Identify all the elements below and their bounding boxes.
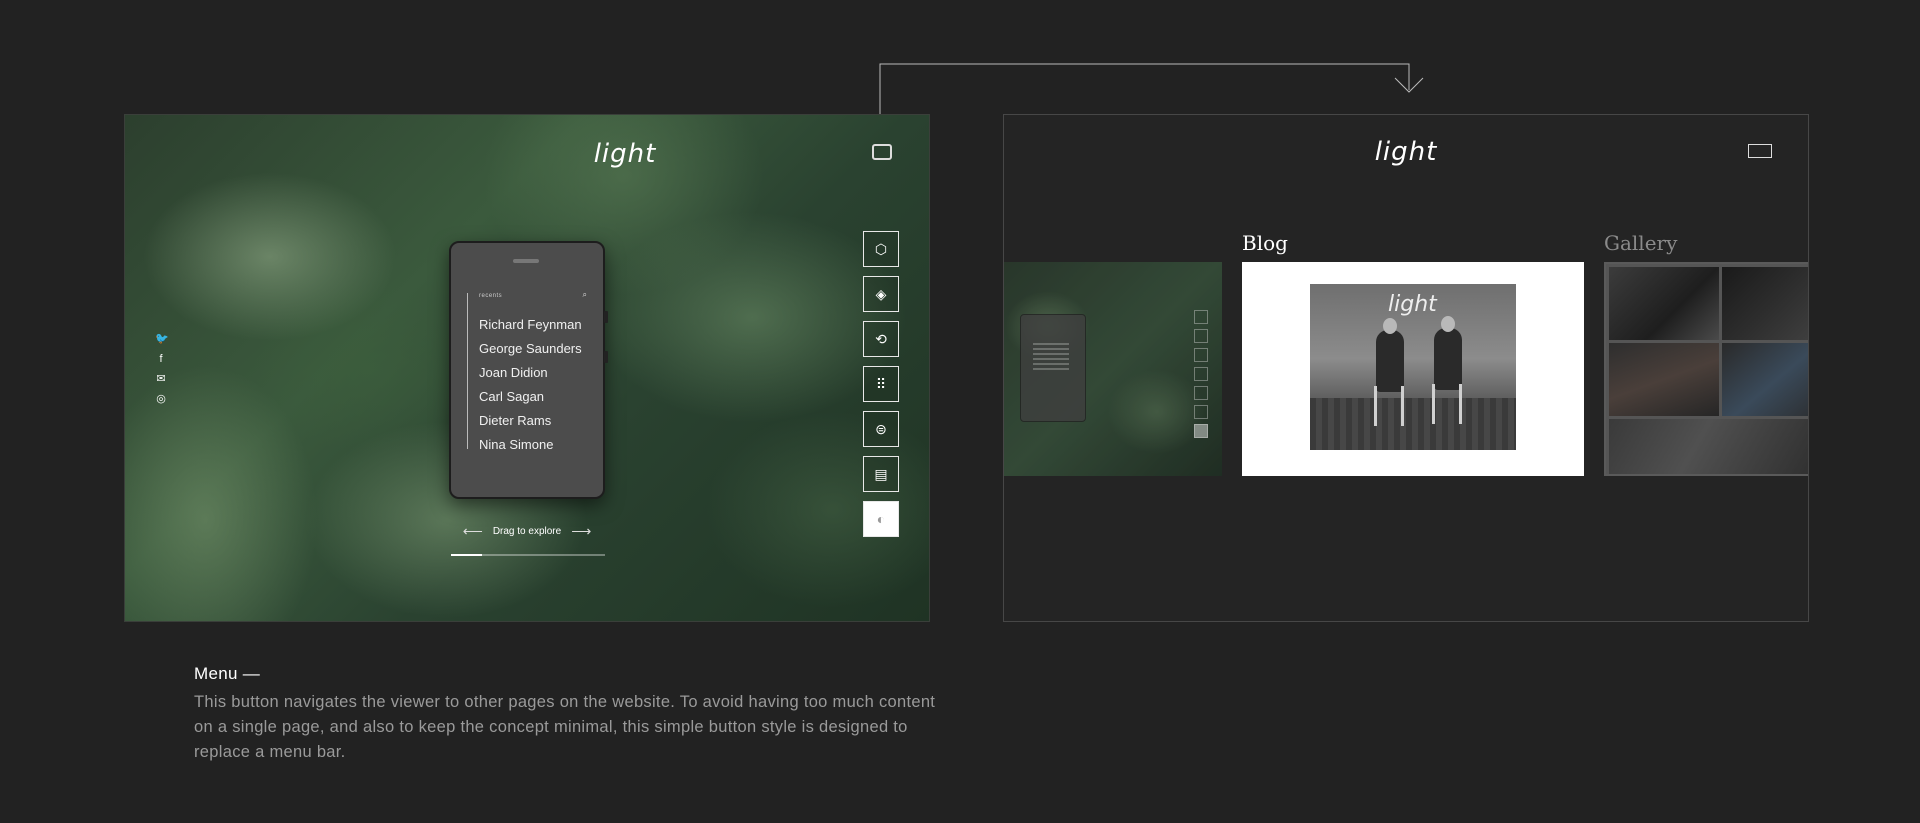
gallery-card[interactable] [1604,262,1808,476]
keypad-icon[interactable]: ⠿ [863,366,899,402]
stage-floor [1310,398,1516,450]
cube-layers-icon[interactable]: ◈ [863,276,899,312]
gallery-photo [1722,267,1808,340]
instagram-icon[interactable]: ◎ [155,393,167,405]
gallery-photo [1609,267,1719,340]
arrow-left-icon[interactable]: ⟵ [463,523,483,540]
phone-side-button [604,311,608,323]
phone-speaker [513,259,539,263]
caption-body: This button navigates the viewer to othe… [194,693,936,761]
search-icon[interactable]: ⌕ [583,290,587,300]
toggle-icon[interactable]: ⊜ [863,411,899,447]
site-logo[interactable]: light [1375,137,1438,167]
social-links: 🐦 f ✉ ◎ [155,333,169,405]
speaker-head [1441,316,1455,332]
contact-item[interactable]: Dieter Rams [479,409,582,433]
speaker-figure [1376,330,1404,392]
facebook-icon[interactable]: f [155,353,167,365]
chat-icon[interactable]: ▤ [863,456,899,492]
cube-rotate-icon[interactable]: ⟲ [863,321,899,357]
contact-item[interactable]: Carl Sagan [479,385,582,409]
drag-to-explore[interactable]: ⟵ Drag to explore ⟶ [449,523,605,540]
gallery-photo [1722,343,1808,416]
contact-item[interactable]: Nina Simone [479,433,582,457]
director-chair [1432,384,1462,424]
mail-icon[interactable]: ✉ [155,373,167,385]
contact-list: Richard Feynman George Saunders Joan Did… [479,313,582,457]
phone-side-button [604,351,608,363]
blog-photo: light [1310,284,1516,450]
phone-mockup[interactable]: recents ⌕ Richard Feynman George Saunder… [449,241,608,499]
site-logo[interactable]: light [594,139,657,169]
blog-card[interactable]: light [1242,262,1584,476]
contact-item[interactable]: Joan Didion [479,361,582,385]
gallery-heading[interactable]: Gallery [1604,231,1677,255]
cube-dimensions-icon[interactable]: ⬡ [863,231,899,267]
stage-logo: light [1388,292,1437,317]
icon-bar-thumbnail [1194,310,1208,438]
progress-fill [451,554,482,556]
recents-label: recents [479,293,503,299]
menu-page-preview: light Blog light Gallery [1003,114,1809,622]
home-page-preview: light 🐦 f ✉ ◎ recents ⌕ Richard Feynman … [124,114,930,622]
gallery-photo [1609,419,1808,474]
contact-item[interactable]: George Saunders [479,337,582,361]
gallery-photo [1609,343,1719,416]
phone-thumbnail [1020,314,1086,422]
director-chair [1374,386,1404,426]
menu-button[interactable] [869,139,895,165]
menu-button[interactable] [1748,144,1772,158]
caption-title: Menu — [194,664,261,683]
speaker-figure [1434,328,1462,390]
phone-scroll-rail [467,293,468,449]
blog-heading[interactable]: Blog [1242,231,1288,255]
arrow-right-icon[interactable]: ⟶ [571,523,591,540]
feature-icon-bar: ⬡ ◈ ⟲ ⠿ ⊜ ▤ ◐ [863,231,899,537]
menu-caption: Menu — This button navigates the viewer … [194,664,954,765]
speaker-head [1383,318,1397,334]
contrast-icon[interactable]: ◐ [863,501,899,537]
explore-progress-bar[interactable] [451,554,605,556]
menu-square-icon [872,144,892,160]
twitter-icon[interactable]: 🐦 [155,333,169,345]
contact-item[interactable]: Richard Feynman [479,313,582,337]
drag-label: Drag to explore [492,526,562,537]
home-thumbnail[interactable] [1004,262,1222,476]
